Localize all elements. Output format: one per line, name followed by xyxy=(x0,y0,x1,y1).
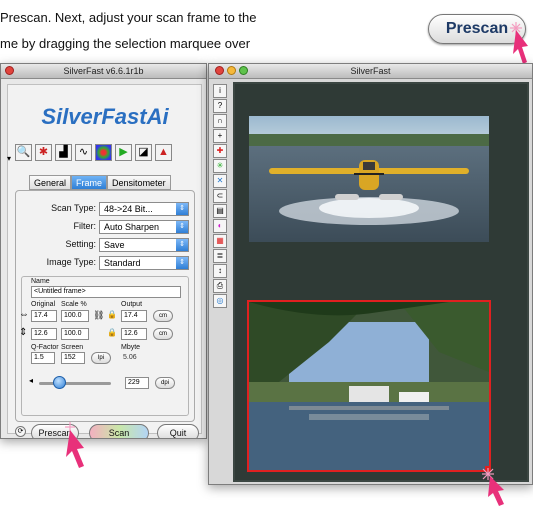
output-column-label: Output xyxy=(121,301,143,308)
instruction-line-2: me by dragging the selection marquee ove… xyxy=(0,36,251,51)
tab-general[interactable]: General xyxy=(29,175,72,190)
scale-column-label: Scale % xyxy=(61,301,87,308)
tab-densitometer[interactable]: Densitometer xyxy=(107,175,171,190)
width-original-field[interactable]: 17.4 xyxy=(31,310,57,322)
zoom-in-icon[interactable]: + xyxy=(213,129,227,143)
preview-window: SilverFast i ? ∩ + ✚ ✳ ✕ ⊂ ▤ ◐ ▦ ≣ ↕ ⎙ ◎ xyxy=(208,63,533,485)
magnifier-icon[interactable]: ◎ xyxy=(213,294,227,308)
zoom-window-button[interactable] xyxy=(239,66,248,75)
multi-exposure-icon[interactable]: ◐ xyxy=(213,219,227,233)
height-arrows-icon: ⇕ xyxy=(19,327,28,338)
selection-marquee[interactable] xyxy=(247,300,491,472)
dpi-button[interactable]: dpi xyxy=(155,377,175,389)
setting-value: Save xyxy=(104,240,125,250)
scan-type-label: Scan Type: xyxy=(51,203,96,213)
qfactor-field[interactable]: 1.5 xyxy=(31,352,55,364)
orientation-icon[interactable]: ↕ xyxy=(213,264,227,278)
height-original-field[interactable]: 12.6 xyxy=(31,328,57,340)
image-type-value: Standard xyxy=(104,258,141,268)
close-window-button[interactable] xyxy=(5,66,14,75)
layers-icon[interactable]: ▤ xyxy=(213,204,227,218)
help-icon[interactable]: ? xyxy=(213,99,227,113)
link-chain-icon[interactable]: ⛓ xyxy=(93,310,104,321)
selective-color-icon[interactable]: ▶ xyxy=(115,144,132,161)
white-black-point-icon[interactable]: ✱ xyxy=(35,144,52,161)
chevron-down-icon: ⇕ xyxy=(176,221,188,233)
toolbar-expand-icon[interactable]: ▾ xyxy=(7,154,11,163)
name-label: Name xyxy=(31,278,50,285)
slider-min-icon: ◂ xyxy=(29,376,34,385)
filter-value: Auto Sharpen xyxy=(104,222,160,232)
seaplane-photo xyxy=(249,116,489,242)
resolution-slider-thumb[interactable] xyxy=(53,376,66,389)
instruction-line-1: Prescan. Next, adjust your scan frame to… xyxy=(0,10,257,25)
scan-type-value: 48->24 Bit... xyxy=(104,204,153,214)
screen-field[interactable]: 152 xyxy=(61,352,85,364)
chevron-down-icon: ⇕ xyxy=(176,239,188,251)
lpi-button[interactable]: lpi xyxy=(91,352,111,364)
lock-icon[interactable]: 🔒 xyxy=(107,310,117,319)
width-unit-button[interactable]: cm xyxy=(153,310,173,322)
screen-label: Screen xyxy=(61,344,84,351)
print-icon[interactable]: ⎙ xyxy=(213,279,227,293)
tool-icon-row: 🔍 ✱ ▟ ∿ ▶ ◪ ▲ xyxy=(15,144,172,161)
color-wheel-icon[interactable] xyxy=(95,144,112,161)
midtone-icon[interactable]: ✚ xyxy=(213,144,227,158)
scan-type-select[interactable]: 48->24 Bit... ⇕ xyxy=(99,202,189,216)
width-scale-field[interactable]: 100.0 xyxy=(61,310,89,322)
selective-color-icon[interactable]: ✕ xyxy=(213,174,227,188)
chevron-down-icon: ⇕ xyxy=(176,203,188,215)
qfactor-label: Q-Factor xyxy=(31,344,59,351)
histogram-icon[interactable]: ▟ xyxy=(55,144,72,161)
image-type-icon[interactable]: ▦ xyxy=(213,234,227,248)
silverfast-logo: SilverFastAi xyxy=(41,104,169,129)
pointer-cursor-icon xyxy=(65,422,84,468)
preview-toolbar: i ? ∩ + ✚ ✳ ✕ ⊂ ▤ ◐ ▦ ≣ ↕ ⎙ ◎ xyxy=(213,84,227,308)
info-icon[interactable]: i xyxy=(213,84,227,98)
minimize-window-button[interactable] xyxy=(227,66,236,75)
preview-window-title: SilverFast xyxy=(350,66,391,76)
color-cast-icon[interactable]: ✳ xyxy=(213,159,227,173)
width-output-field[interactable]: 17.4 xyxy=(121,310,147,322)
setting-label: Setting: xyxy=(65,239,96,249)
width-arrows-icon: ⇔ xyxy=(19,309,29,320)
setting-select[interactable]: Save ⇕ xyxy=(99,238,189,252)
image-type-label: Image Type: xyxy=(46,257,96,267)
resolution-slider-track[interactable] xyxy=(39,382,111,385)
filter-select[interactable]: Auto Sharpen ⇕ xyxy=(99,220,189,234)
expert-icon[interactable]: ◪ xyxy=(135,144,152,161)
quit-button[interactable]: Quit xyxy=(157,424,199,438)
gradation-curve-icon[interactable]: ∿ xyxy=(75,144,92,161)
tab-bar: General Frame Densitometer xyxy=(29,175,171,190)
image-type-select[interactable]: Standard ⇕ xyxy=(99,256,189,270)
hand-icon[interactable]: ∩ xyxy=(213,114,227,128)
settings-icon[interactable]: ⟳ xyxy=(15,426,26,437)
chevron-down-icon: ⇕ xyxy=(176,257,188,269)
lock-icon[interactable]: 🔒 xyxy=(107,328,117,337)
pointer-cursor-icon xyxy=(482,468,504,506)
preview-window-titlebar: SilverFast xyxy=(209,64,532,79)
sharpen-icon[interactable]: ▲ xyxy=(155,144,172,161)
frame-name-field[interactable]: <Untitled frame> xyxy=(31,286,181,298)
height-scale-field[interactable]: 100.0 xyxy=(61,328,89,340)
frame-list-icon[interactable]: ≣ xyxy=(213,249,227,263)
tab-frame[interactable]: Frame xyxy=(71,175,108,190)
original-column-label: Original xyxy=(31,301,56,308)
height-output-field[interactable]: 12.6 xyxy=(121,328,147,340)
close-window-button[interactable] xyxy=(215,66,224,75)
filter-label: Filter: xyxy=(73,221,97,231)
resolution-field[interactable]: 229 xyxy=(125,377,149,389)
pointer-cursor-icon xyxy=(510,22,528,64)
loupe-icon[interactable]: ⊂ xyxy=(213,189,227,203)
control-window: SilverFast v6.6.1r1b SilverFastAi ▾ 🔍 ✱ … xyxy=(0,63,207,439)
control-window-title: SilverFast v6.6.1r1b xyxy=(63,66,144,76)
scan-button[interactable]: Scan xyxy=(89,424,149,438)
mbyte-value: 5.06 xyxy=(123,354,137,361)
height-unit-button[interactable]: cm xyxy=(153,328,173,340)
mbyte-label: Mbyte xyxy=(121,344,141,351)
control-window-titlebar: SilverFast v6.6.1r1b xyxy=(1,64,206,79)
zoom-icon[interactable]: 🔍 xyxy=(15,144,32,161)
